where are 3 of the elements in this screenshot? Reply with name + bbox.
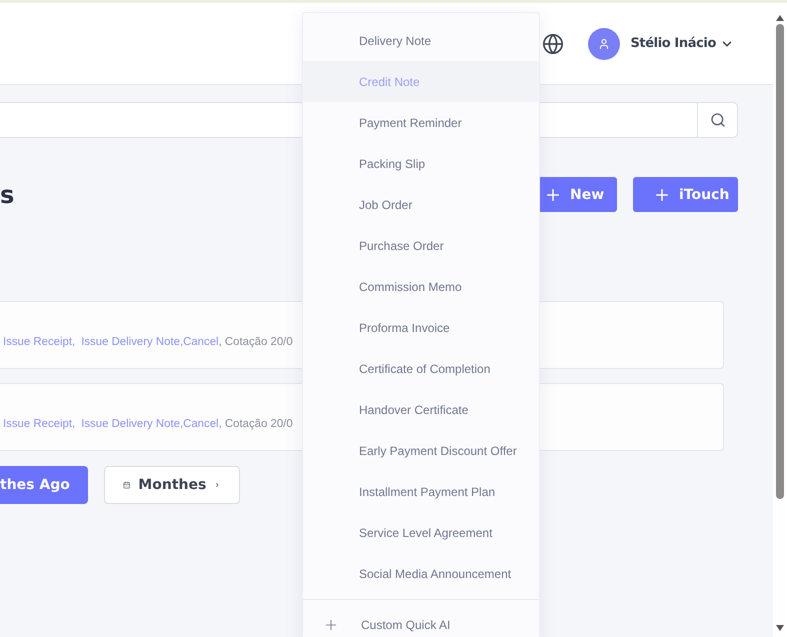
page-title: s: [0, 180, 14, 208]
document-summary: , Cotação 20/0: [218, 418, 293, 430]
document-summary: , Cotação 20/0: [218, 336, 293, 348]
